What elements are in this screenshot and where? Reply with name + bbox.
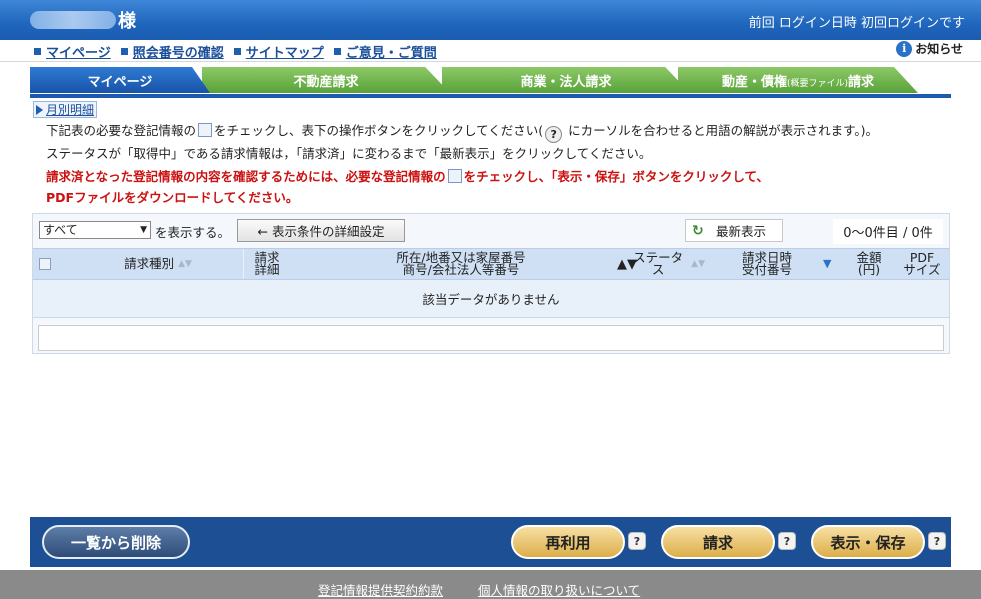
pagination-bar xyxy=(38,325,944,351)
refresh-icon: ↻ xyxy=(692,222,704,239)
sort-icon: ▲▼ xyxy=(691,258,705,269)
tab-underline xyxy=(30,94,951,98)
page-footer: 登記情報提供契約約款 個人情報の取り扱いについて xyxy=(0,570,981,599)
nav-link-reference-number[interactable]: 照会番号の確認 xyxy=(133,42,224,61)
column-header-type[interactable]: 請求種別 ▲▼ xyxy=(57,249,259,279)
result-count: 0～0件目 / 0件 xyxy=(833,219,943,244)
instruction-line-2: ステータスが「取得中」である請求情報は，「請求済」に変わるまで「最新表示」をクリ… xyxy=(46,146,652,161)
column-header-amount: 金額 (円) xyxy=(856,250,882,277)
action-bar: 一覧から削除 再利用 ? 請求 ? 表示・保存 ? xyxy=(30,517,951,567)
instruction-line-3: 請求済となった登記情報の内容を確認するためには、必要な登記情報の をチェックし、「… xyxy=(46,169,769,184)
tab-label: マイページ xyxy=(87,74,153,90)
refresh-label: 最新表示 xyxy=(716,224,767,239)
nav-link-sitemap[interactable]: サイトマップ xyxy=(246,42,324,61)
monthly-detail-link[interactable]: 月別明細 xyxy=(33,101,98,118)
filter-select[interactable]: すべて ▼ xyxy=(39,221,151,239)
refresh-button[interactable]: ↻ 最新表示 xyxy=(685,219,783,242)
column-header-detail: 請求 詳細 xyxy=(254,250,280,277)
chevron-down-icon: ▼ xyxy=(140,225,147,235)
filter-suffix-text: を表示する。 xyxy=(155,225,231,240)
bullet-icon xyxy=(333,48,341,55)
sort-icon: ▲▼ xyxy=(178,258,192,269)
nav-item-feedback[interactable]: ご意見・ご質問 xyxy=(333,42,437,61)
table-header: 請求種別 ▲▼ 請求 詳細 所在/地番又は家屋番号 商号/会社法人等番号 ▲▼ ステー… xyxy=(33,248,949,280)
monthly-detail-label: 月別明細 xyxy=(46,103,95,117)
instruction-line-1: 下記表の必要な登記情報の をチェックし、表下の操作ボタンをクリックしてください(?… xyxy=(46,123,879,143)
notice-label: お知らせ xyxy=(915,42,963,56)
last-login-info: 前回 ログイン日時 初回ログインです xyxy=(748,16,965,31)
tab-real-estate[interactable]: 不動産請求 xyxy=(202,67,450,93)
list-toolbar: すべて ▼ を表示する。 ← 表示条件の詳細設定 ↻ 最新表示 0～0件目 / … xyxy=(33,214,949,248)
column-header-location[interactable]: 所在/地番又は家屋番号 商号/会社法人等番号 xyxy=(289,249,633,279)
sort-desc-icon[interactable]: ▼ xyxy=(823,257,831,270)
filter-value: すべて xyxy=(43,223,78,237)
empty-table-message: 該当データがありません xyxy=(33,280,949,318)
tab-movable[interactable]: 動産・債権(概要ファイル)請求 xyxy=(678,67,918,93)
bullet-icon xyxy=(233,48,241,55)
user-name-redacted xyxy=(30,11,116,29)
help-icon[interactable]: ? xyxy=(928,532,946,550)
select-all-checkbox[interactable] xyxy=(39,258,51,270)
tab-label: 不動産請求 xyxy=(293,74,359,90)
bullet-icon xyxy=(34,48,41,55)
sub-navigation: マイページ 照会番号の確認 サイトマップ ご意見・ご質問 i お知らせ xyxy=(0,40,981,62)
column-header-status[interactable]: ステータス ▲▼ xyxy=(629,249,705,279)
checkbox-icon xyxy=(447,169,462,183)
main-tabs: マイページ 不動産請求 商業・法人請求 動産・債権(概要ファイル)請求 xyxy=(30,67,951,95)
nav-link-feedback[interactable]: ご意見・ご質問 xyxy=(346,42,437,61)
column-divider xyxy=(243,249,244,279)
play-icon xyxy=(36,104,43,115)
help-icon: ? xyxy=(545,126,563,143)
view-save-button[interactable]: 表示・保存 xyxy=(811,525,925,559)
tab-commercial[interactable]: 商業・法人請求 xyxy=(442,67,690,93)
instruction-line-4: PDFファイルをダウンロードしてください。 xyxy=(46,190,299,205)
checkbox-icon xyxy=(198,123,213,137)
request-list-panel: すべて ▼ を表示する。 ← 表示条件の詳細設定 ↻ 最新表示 0～0件目 / … xyxy=(32,213,950,354)
user-name: 様 xyxy=(30,8,136,32)
nav-item-mypage[interactable]: マイページ xyxy=(34,42,111,61)
nav-item-sitemap[interactable]: サイトマップ xyxy=(233,42,324,61)
notice-link[interactable]: i お知らせ xyxy=(896,40,963,57)
user-honorific: 様 xyxy=(118,11,136,32)
terms-link[interactable]: 登記情報提供契約約款 xyxy=(318,580,443,599)
column-header-pdf-size: PDF サイズ xyxy=(903,250,941,277)
delete-from-list-button[interactable]: 一覧から削除 xyxy=(42,525,190,559)
privacy-link[interactable]: 個人情報の取り扱いについて xyxy=(478,580,640,599)
column-header-date[interactable]: 請求日時 受付番号 xyxy=(713,249,821,279)
help-icon[interactable]: ? xyxy=(628,532,646,550)
bullet-icon xyxy=(120,48,128,55)
tab-label: 商業・法人請求 xyxy=(520,74,612,90)
tab-label: 動産・債権(概要ファイル)請求 xyxy=(721,74,875,90)
request-button[interactable]: 請求 xyxy=(661,525,775,559)
tab-mypage[interactable]: マイページ xyxy=(30,67,210,93)
info-icon: i xyxy=(896,40,913,57)
detail-filter-button[interactable]: ← 表示条件の詳細設定 xyxy=(237,219,405,242)
reuse-button[interactable]: 再利用 xyxy=(511,525,625,559)
nav-link-mypage[interactable]: マイページ xyxy=(46,42,111,61)
nav-item-reference-number[interactable]: 照会番号の確認 xyxy=(120,42,224,61)
top-header: 様 前回 ログイン日時 初回ログインです xyxy=(0,0,981,40)
help-icon[interactable]: ? xyxy=(778,532,796,550)
